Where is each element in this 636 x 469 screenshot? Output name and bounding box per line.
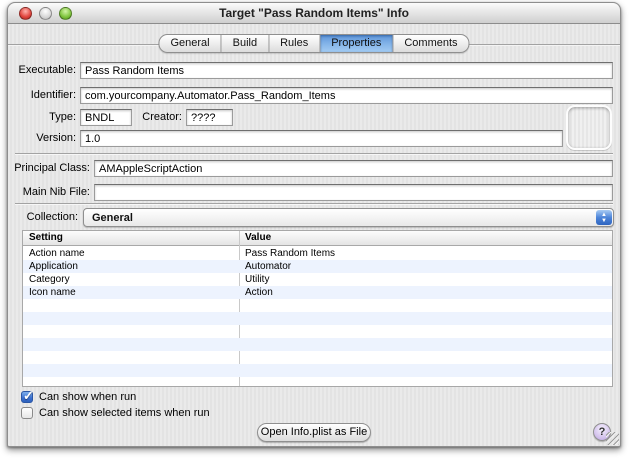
can-show-selected-items-row: Can show selected items when run [21,406,210,420]
setting-cell: Action name [29,247,85,260]
table-body: Action name Pass Random Items Applicatio… [23,247,612,386]
principal-class-label: Principal Class: [14,160,90,177]
value-cell: Utility [245,273,269,286]
window-title: Target "Pass Random Items" Info [8,3,620,24]
open-info-plist-button[interactable]: Open Info.plist as File [257,423,371,442]
table-row[interactable]: Application Automator [23,260,612,273]
identifier-label: Identifier: [14,87,76,104]
tab-bar: General Build Rules Properties Comments [158,34,469,53]
collection-label: Collection: [14,209,78,226]
creator-label: Creator: [130,109,182,126]
table-row-empty[interactable] [23,299,612,312]
table-row-empty[interactable] [23,338,612,351]
version-field[interactable] [80,130,563,147]
table-row[interactable]: Category Utility [23,273,612,286]
table-row-empty[interactable] [23,364,612,377]
table-header: Setting Value [23,231,612,246]
column-header-value[interactable]: Value [245,232,271,243]
minimize-button[interactable] [39,7,52,20]
table-row-empty[interactable] [23,312,612,325]
type-label: Type: [14,109,76,126]
column-header-setting[interactable]: Setting [29,232,63,243]
traffic-lights [19,7,72,20]
screen: Target "Pass Random Items" Info General … [0,0,636,469]
tab-rules[interactable]: Rules [269,35,320,52]
properties-table: Setting Value Action name Pass Random It… [22,230,613,387]
tab-comments[interactable]: Comments [393,35,468,52]
can-show-when-run-row: Can show when run [21,390,136,404]
tab-properties[interactable]: Properties [320,35,393,52]
value-cell: Pass Random Items [245,247,335,260]
executable-field[interactable] [80,62,613,79]
can-show-selected-items-label: Can show selected items when run [39,407,210,419]
table-row-empty[interactable] [23,325,612,338]
title-bar[interactable]: Target "Pass Random Items" Info [8,3,620,24]
separator [15,153,613,155]
zoom-button[interactable] [59,7,72,20]
can-show-selected-items-checkbox[interactable] [21,407,33,419]
value-cell: Automator [245,260,291,273]
popup-stepper-icon: ▲▼ [596,210,612,225]
setting-cell: Icon name [29,286,76,299]
executable-label: Executable: [14,62,76,79]
can-show-when-run-label: Can show when run [39,391,136,403]
separator [15,203,613,205]
creator-field[interactable] [186,109,233,126]
can-show-when-run-checkbox[interactable] [21,391,33,403]
type-field[interactable] [80,109,132,126]
resize-grip[interactable] [606,432,619,445]
table-row-empty[interactable] [23,377,612,387]
table-row[interactable]: Action name Pass Random Items [23,247,612,260]
main-nib-file-field[interactable] [94,184,613,201]
target-info-window: Target "Pass Random Items" Info General … [7,2,621,447]
tab-general[interactable]: General [159,35,221,52]
collection-popup-value: General [92,209,133,227]
setting-cell: Category [29,273,70,286]
main-nib-file-label: Main Nib File: [14,184,90,201]
tab-build[interactable]: Build [222,35,269,52]
icon-image-well[interactable] [566,105,612,150]
version-label: Version: [14,130,76,147]
table-row[interactable]: Icon name Action [23,286,612,299]
table-row-empty[interactable] [23,351,612,364]
principal-class-field[interactable] [94,160,613,177]
collection-popup[interactable]: General ▲▼ [83,208,614,227]
close-button[interactable] [19,7,32,20]
setting-cell: Application [29,260,78,273]
identifier-field[interactable] [80,87,613,104]
value-cell: Action [245,286,273,299]
